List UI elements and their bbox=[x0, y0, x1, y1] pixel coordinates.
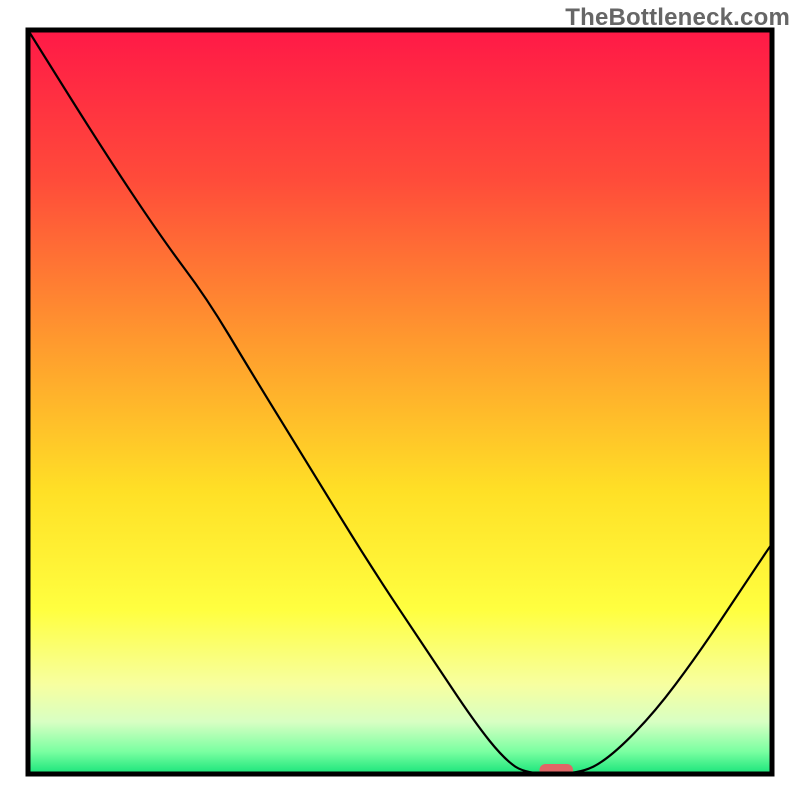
bottleneck-chart bbox=[0, 0, 800, 800]
plot-background bbox=[28, 30, 772, 774]
watermark-text: TheBottleneck.com bbox=[565, 4, 790, 32]
chart-container: TheBottleneck.com bbox=[0, 0, 800, 800]
